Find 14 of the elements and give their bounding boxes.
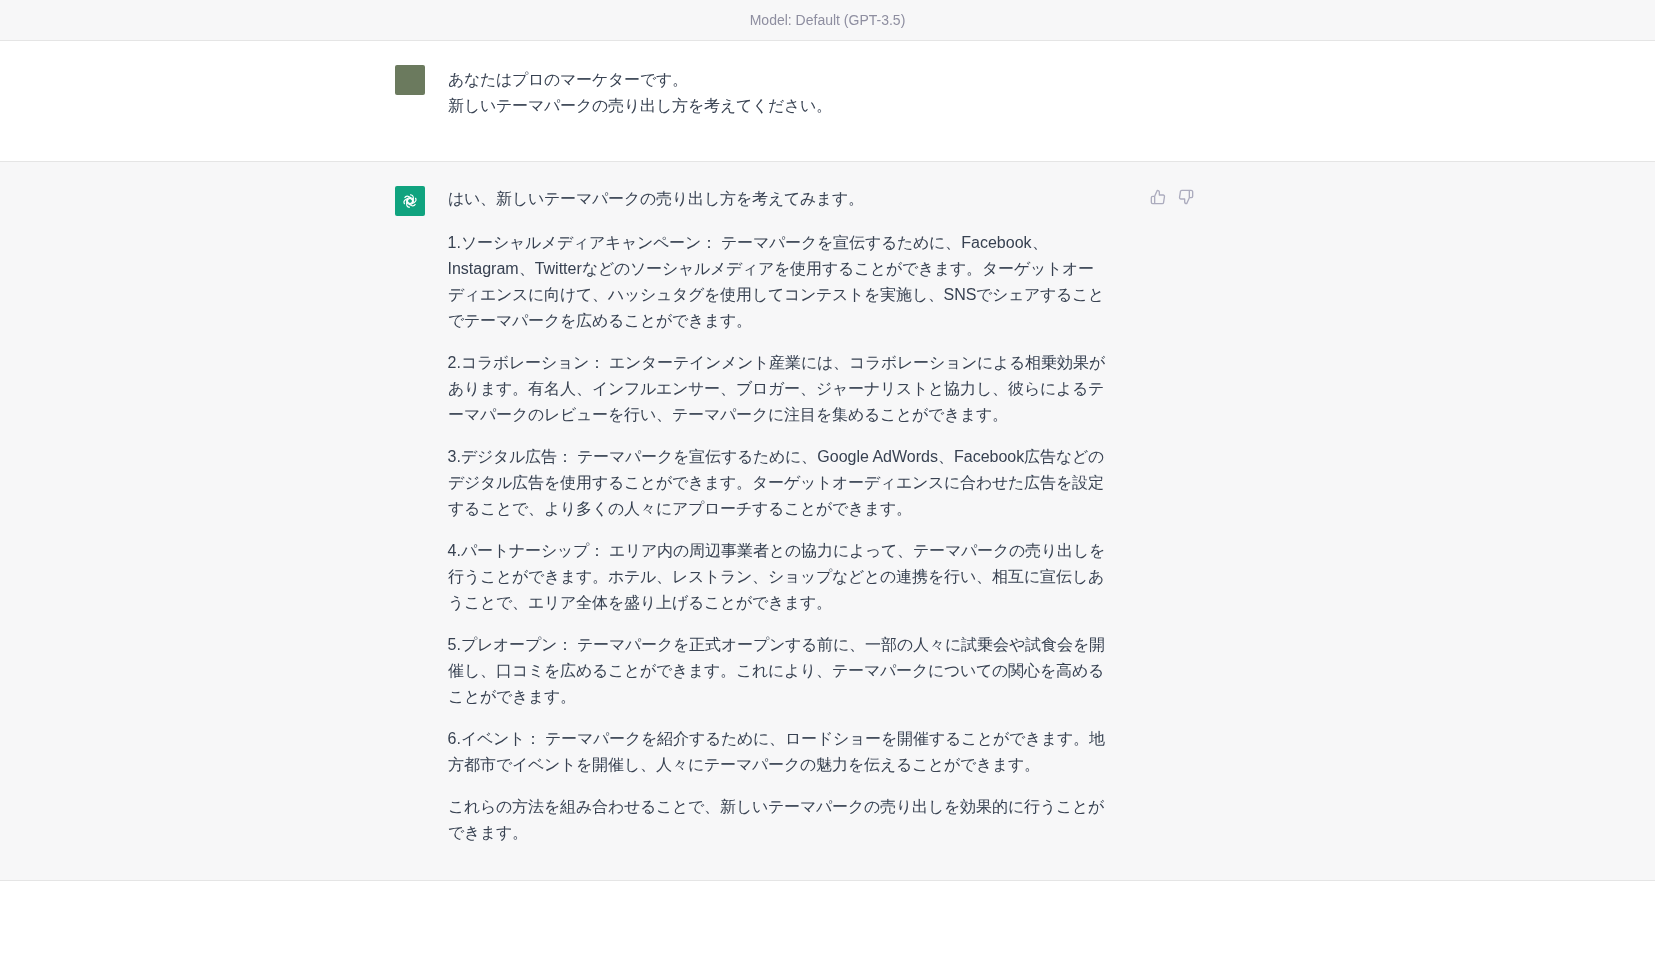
thumbs-up-icon[interactable] (1148, 188, 1167, 206)
response-paragraph: はい、新しいテーマパークの売り出し方を考えてみます。 (447, 189, 865, 209)
response-paragraph: 4.パートナーシップ： エリア内の周辺事業者との協力によって、テーマパークの売り出しを行うことができます。ホテル、レストラン、ショップなどとの連携を行い、相互に宣伝しあうことで、エリア全体を盛り上げることができます。 (447, 541, 1106, 613)
response-paragraph: 5.プレオープン： テーマパークを正式オープンする前に、一部の人々に試乗会や試食会を開催し、口コミを広めることができます。これにより、テーマパークについての関心を高めることができます。 (447, 635, 1106, 707)
user-avatar (394, 65, 425, 95)
user-message-text: あなたはプロのマーケターです。 新しいテーマパークの売り出し方を考えてください。 (447, 70, 833, 116)
response-paragraph: 2.コラボレーション： エンターテインメント産業には、コラボレーションによる相乗効果があります。有名人、インフルエンサー、ブロガー、ジャーナリストと協力し、彼らによるテーマパークのレビューを行い、テーマパークに注目を集めることができます。 (447, 353, 1106, 425)
response-paragraph: 3.デジタル広告： テーマパークを宣伝するために、Google AdWords、Facebook広告などのデジタル広告を使用することができます。ターゲットオーディエンスに合わせた広告を設定することで、より多くの人々にアプローチすることができます。 (447, 447, 1106, 519)
response-paragraph: 1.ソーシャルメディアキャンペーン： テーマパークを宣伝するために、Facebook、Instagram、Twitterなどのソーシャルメディアを使用することができます。ターゲットオーディエンスに向けて、ハッシュタグを使用してコンテストを実施し、SNSでシェアすることでテーマパークを広めることができます。 (447, 233, 1106, 331)
response-paragraph: これらの方法を組み合わせることで、新しいテーマパークの売り出しを効果的に行うことができます。 (447, 797, 1105, 843)
assistant-logo-icon (394, 186, 425, 216)
model-label: Model: Default (GPT-3.5) (749, 12, 906, 28)
response-paragraph: 6.イベント： テーマパークを紹介するために、ロードショーを開催することができます。地方都市でイベントを開催し、人々にテーマパークの魅力を伝えることができます。 (447, 729, 1106, 775)
thumbs-down-icon[interactable] (1176, 188, 1195, 206)
